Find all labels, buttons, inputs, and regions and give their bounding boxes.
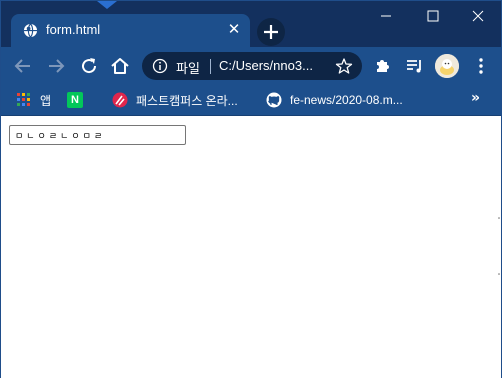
tab-title: form.html: [46, 22, 101, 37]
plus-icon: [264, 25, 278, 39]
bookmark-naver[interactable]: N: [67, 90, 91, 110]
profile-avatar-icon: [435, 54, 459, 78]
info-icon[interactable]: [152, 58, 168, 74]
bookmark-label: 앱: [40, 93, 52, 108]
puzzle-icon: [377, 60, 389, 72]
titlebar-accent: [97, 1, 117, 9]
window-close-button[interactable]: [455, 1, 501, 31]
bookmark-apps[interactable]: 앱: [16, 90, 51, 110]
bookmark-label: 패스트캠퍼스 온라...: [136, 93, 238, 108]
back-button[interactable]: [11, 54, 35, 78]
fastcampus-icon: [112, 92, 128, 108]
bookmarks-overflow-button[interactable]: »: [471, 90, 480, 106]
page-viewport: ㅁㄴㅇㄹㄴㅇㅁㄹ: [1, 116, 501, 378]
maximize-icon: [427, 10, 439, 22]
new-tab-button[interactable]: [257, 18, 285, 46]
arrow-left-icon: [14, 59, 30, 73]
bookmark-fastcampus[interactable]: 패스트캠퍼스 온라...: [112, 90, 238, 110]
address-bar[interactable]: 파일 C:/Users/nno3...: [142, 52, 362, 80]
globe-icon: [23, 23, 38, 38]
tab-active[interactable]: form.html ✕: [11, 14, 250, 47]
tab-close-button[interactable]: ✕: [226, 21, 242, 37]
media-control-button[interactable]: [403, 54, 427, 78]
extensions-button[interactable]: [371, 54, 395, 78]
bookmark-label: fe-news/2020-08.m...: [290, 93, 403, 107]
minimize-button[interactable]: [363, 1, 409, 31]
maximize-button[interactable]: [409, 1, 455, 31]
reload-button[interactable]: [77, 54, 101, 78]
menu-button[interactable]: [469, 54, 493, 78]
home-button[interactable]: [108, 54, 132, 78]
apps-grid-icon: [17, 93, 30, 106]
more-vert-icon: [479, 58, 483, 74]
window-edge-handle[interactable]: [498, 216, 500, 276]
bookmark-fe-news[interactable]: fe-news/2020-08.m...: [266, 90, 403, 110]
bookmarks-bar: 앱 N 패스트캠퍼스 온라... fe-news/2020-08.m... »: [1, 85, 501, 116]
tab-strip: form.html ✕: [1, 1, 501, 47]
scheme-label: 파일: [176, 61, 200, 76]
star-icon[interactable]: [335, 57, 353, 75]
home-icon: [111, 58, 129, 74]
toolbar: 파일 C:/Users/nno3...: [1, 47, 501, 85]
avatar[interactable]: [435, 54, 459, 78]
browser-window: form.html ✕ 파일 C:/Users/nno3... 앱 N 패스트캠…: [0, 0, 502, 378]
omnibox-divider: [210, 59, 211, 74]
forward-button[interactable]: [44, 54, 68, 78]
reload-icon: [82, 58, 97, 74]
text-input[interactable]: ㅁㄴㅇㄹㄴㅇㅁㄹ: [9, 125, 186, 145]
naver-icon: N: [67, 92, 83, 108]
minimize-icon: [381, 15, 391, 17]
naver-icon-letter: N: [71, 94, 79, 106]
close-icon: [472, 10, 484, 22]
url-text[interactable]: C:/Users/nno3...: [219, 58, 313, 73]
arrow-right-icon: [49, 59, 65, 73]
playlist-icon: [407, 60, 421, 73]
github-icon: [266, 92, 282, 108]
